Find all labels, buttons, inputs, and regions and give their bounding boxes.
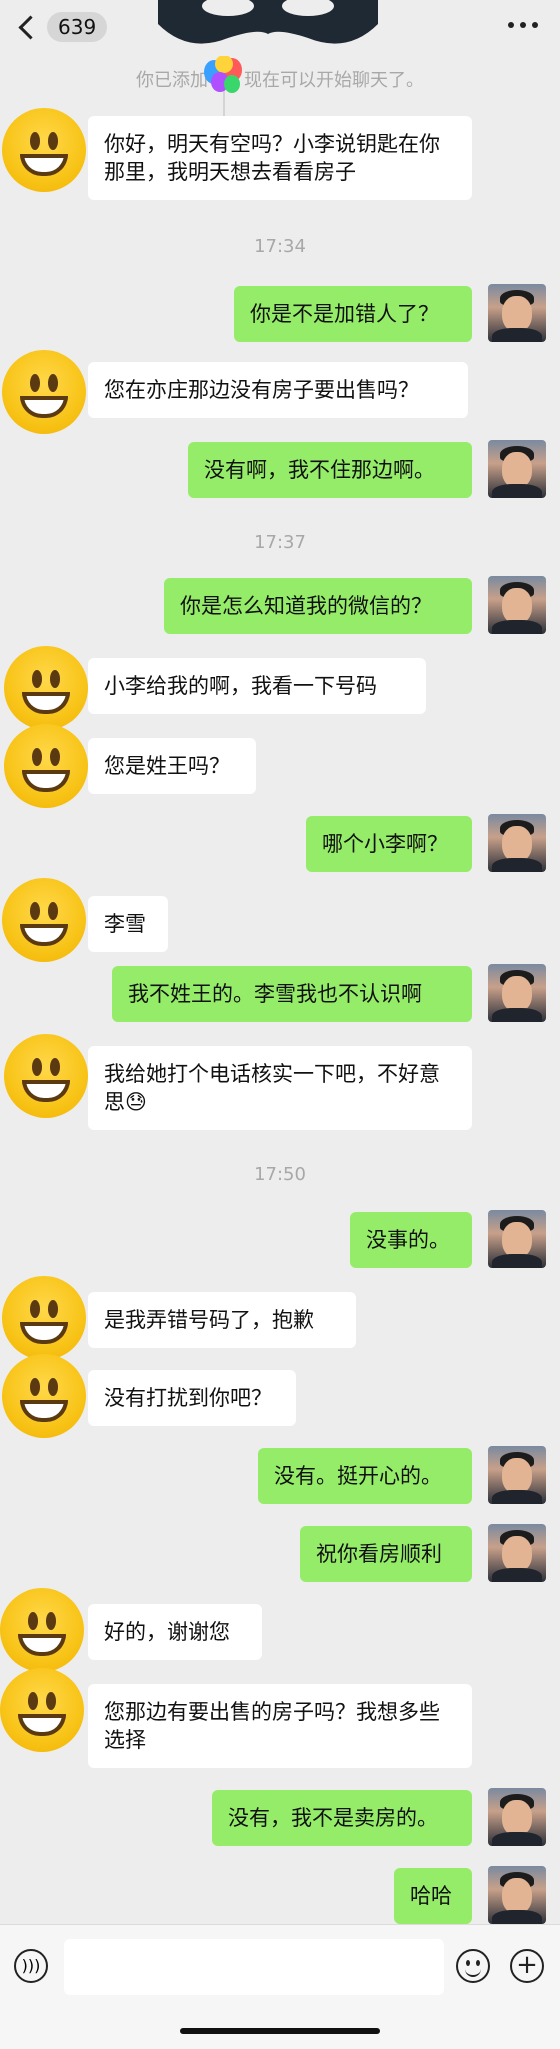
more-dots-icon[interactable]: [508, 18, 538, 32]
avatar[interactable]: [4, 724, 88, 808]
message-bubble[interactable]: 小李给我的啊，我看一下号码: [88, 658, 426, 714]
avatar[interactable]: [0, 1588, 84, 1672]
timestamp: 17:34: [254, 236, 306, 257]
message-bubble[interactable]: 是我弄错号码了，抱歉: [88, 1292, 356, 1348]
message-bubble[interactable]: 你是怎么知道我的微信的？: [164, 578, 472, 634]
message-bubble[interactable]: 我给她打个电话核实一下吧，不好意思😓: [88, 1046, 472, 1130]
message-bubble[interactable]: 我不姓王的。李雪我也不认识啊: [112, 966, 472, 1022]
unread-count-badge: 639: [47, 12, 108, 42]
message-bubble[interactable]: 没有，我不是卖房的。: [212, 1790, 472, 1846]
avatar[interactable]: [488, 1866, 546, 1924]
avatar[interactable]: [4, 646, 88, 730]
message-bubble[interactable]: 哪个小李啊？: [306, 816, 472, 872]
message-bubble[interactable]: 您那边有要出售的房子吗？我想多些选择: [88, 1684, 472, 1768]
avatar[interactable]: [2, 1276, 86, 1360]
avatar[interactable]: [488, 576, 546, 634]
back-button[interactable]: 639: [14, 12, 108, 42]
avatar[interactable]: [488, 814, 546, 872]
avatar[interactable]: [0, 1668, 84, 1752]
chevron-left-icon: [18, 14, 43, 40]
avatar[interactable]: [488, 1524, 546, 1582]
avatar[interactable]: [2, 878, 86, 962]
message-bubble[interactable]: 没有啊，我不住那边啊。: [188, 442, 472, 498]
home-indicator: [180, 2028, 380, 2034]
avatar[interactable]: [488, 1446, 546, 1504]
system-notice: 你已添加了，现在可以开始聊天了。: [136, 70, 424, 91]
avatar[interactable]: [488, 964, 546, 1022]
avatar[interactable]: [488, 284, 546, 342]
emoji-icon[interactable]: [456, 1949, 490, 1983]
voice-icon[interactable]: ))): [14, 1949, 48, 1983]
avatar[interactable]: [2, 108, 86, 192]
title-bar: 639: [0, 0, 560, 60]
avatar[interactable]: [2, 350, 86, 434]
message-bubble[interactable]: 没有打扰到你吧？: [88, 1370, 296, 1426]
message-bubble[interactable]: 没有。挺开心的。: [258, 1448, 472, 1504]
message-bubble[interactable]: 你好，明天有空吗？小李说钥匙在你那里，我明天想去看看房子: [88, 116, 472, 200]
message-bubble[interactable]: 您在亦庄那边没有房子要出售吗？: [88, 362, 468, 418]
message-bubble[interactable]: 您是姓王吗？: [88, 738, 256, 794]
timestamp: 17:50: [254, 1164, 306, 1185]
avatar[interactable]: [488, 1788, 546, 1846]
message-bubble[interactable]: 哈哈: [394, 1868, 472, 1924]
message-bubble[interactable]: 好的，谢谢您: [88, 1604, 262, 1660]
message-bubble[interactable]: 李雪: [88, 896, 168, 952]
message-bubble[interactable]: 祝你看房顺利: [300, 1526, 472, 1582]
message-bubble[interactable]: 你是不是加错人了？: [234, 286, 472, 342]
avatar[interactable]: [488, 1210, 546, 1268]
avatar[interactable]: [2, 1354, 86, 1438]
mask-icon: [158, 0, 378, 44]
message-bubble[interactable]: 没事的。: [350, 1212, 472, 1268]
timestamp: 17:37: [254, 532, 306, 553]
avatar[interactable]: [4, 1034, 88, 1118]
message-input[interactable]: [64, 1939, 444, 1995]
plus-icon[interactable]: +: [510, 1949, 544, 1983]
avatar[interactable]: [488, 440, 546, 498]
